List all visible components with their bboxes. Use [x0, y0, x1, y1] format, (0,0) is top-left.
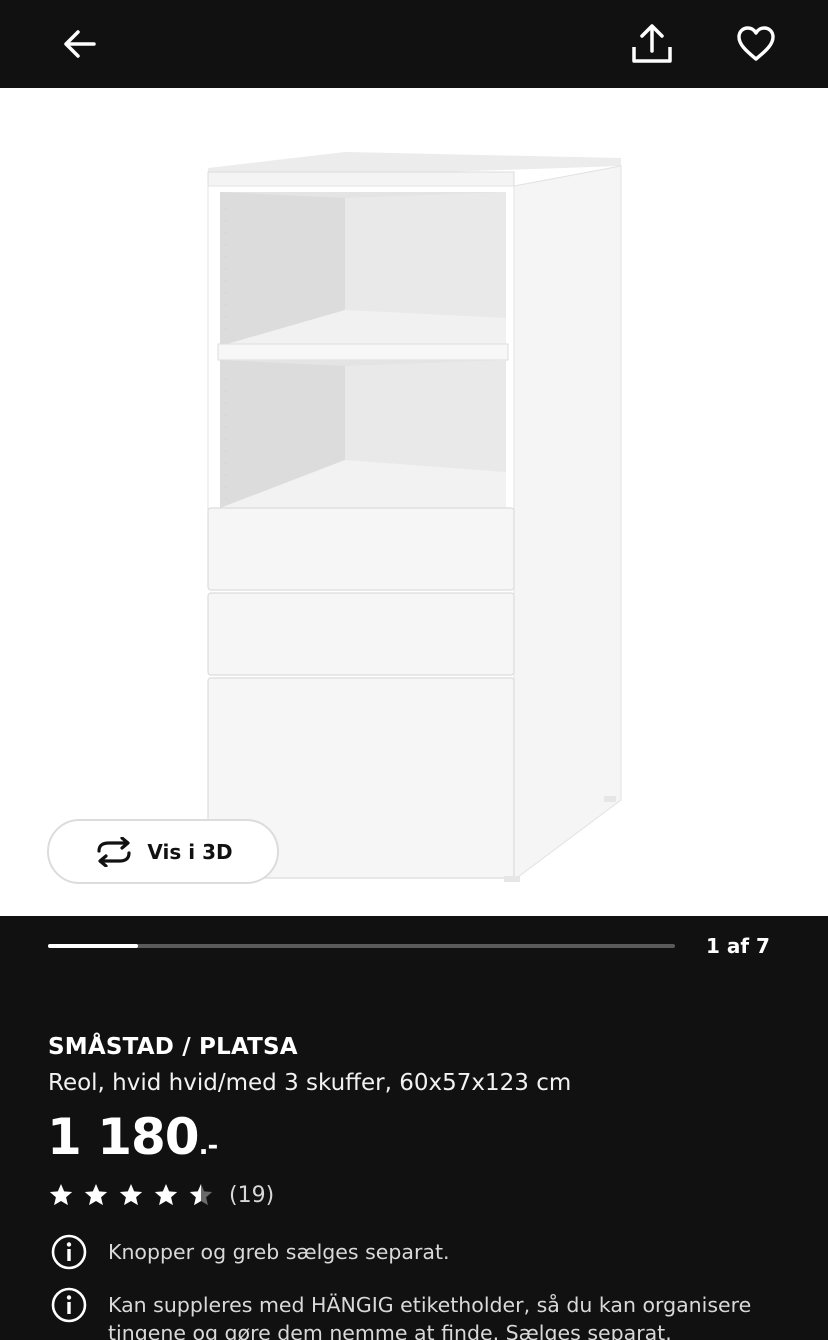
- star-half-icon: [189, 1183, 213, 1206]
- info-icon: [51, 1287, 87, 1323]
- favorite-button[interactable]: [730, 18, 782, 70]
- rotate-arrows-icon: [97, 836, 132, 867]
- product-rating[interactable]: (19): [48, 1182, 274, 1208]
- star-icon: [154, 1183, 178, 1206]
- note-text: Kan suppleres med HÄNGIG etiketholder, s…: [108, 1293, 752, 1340]
- product-name[interactable]: SMÅSTAD / PLATSA: [48, 1034, 298, 1060]
- product-description: Reol, hvid hvid/med 3 skuffer, 60x57x123…: [48, 1070, 572, 1096]
- view-in-3d-button[interactable]: Vis i 3D: [47, 819, 279, 884]
- heart-outline-icon: [737, 26, 775, 61]
- note-text: Knopper og greb sælges separat.: [108, 1240, 450, 1264]
- star-icon: [119, 1183, 143, 1206]
- product-image-gallery[interactable]: Vis i 3D: [0, 88, 828, 916]
- note-item: Kan suppleres med HÄNGIG etiketholder, s…: [50, 1286, 788, 1340]
- info-icon: [51, 1234, 87, 1270]
- view-in-3d-label: Vis i 3D: [147, 839, 233, 864]
- top-bar: [0, 0, 828, 88]
- arrow-left-icon: [64, 30, 96, 58]
- product-price: 1 180.-: [47, 1108, 219, 1166]
- star-icon: [84, 1183, 108, 1206]
- back-button[interactable]: [54, 18, 106, 70]
- price-suffix: .-: [198, 1131, 219, 1161]
- gallery-progress-fill: [48, 944, 138, 948]
- review-count: (19): [229, 1182, 275, 1208]
- star-icon: [49, 1183, 73, 1206]
- note-item: Knopper og greb sælges separat.: [50, 1233, 788, 1271]
- gallery-progress-bar: [48, 944, 675, 948]
- gallery-page-indicator: 1 af 7: [706, 934, 770, 958]
- share-button[interactable]: [626, 18, 678, 70]
- share-upload-icon: [632, 24, 672, 63]
- price-value: 1 180: [47, 1108, 200, 1166]
- product-image: [207, 152, 622, 882]
